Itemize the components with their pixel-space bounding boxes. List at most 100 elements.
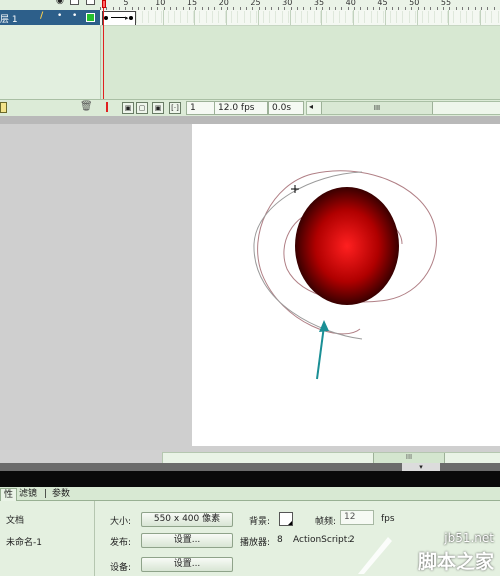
frame-cell[interactable]: [418, 11, 423, 23]
current-frame-field: 1: [186, 101, 216, 115]
scroll-left-icon[interactable]: ◂: [309, 102, 313, 111]
frame-cell[interactable]: [183, 11, 188, 23]
frame-cell[interactable]: [157, 11, 163, 23]
frame-cell[interactable]: [138, 11, 144, 23]
frame-cell[interactable]: [392, 11, 398, 23]
frame-cell[interactable]: [456, 11, 461, 23]
frame-cell[interactable]: [424, 11, 429, 23]
frame-cell[interactable]: [437, 11, 442, 23]
frame-cell[interactable]: [405, 11, 410, 23]
frame-cell[interactable]: [373, 11, 379, 23]
center-frame-icon[interactable]: [106, 102, 108, 112]
frame-cell[interactable]: [310, 11, 315, 23]
stage-drawing: [253, 170, 437, 380]
onion-outline-icon[interactable]: ▢: [136, 102, 148, 114]
layer-row[interactable]: 层 1 / • •: [0, 10, 100, 25]
frame-cell[interactable]: [430, 11, 436, 23]
frame-cell[interactable]: [259, 11, 264, 23]
actionscript-version: 2: [349, 535, 355, 545]
frame-cell[interactable]: [252, 11, 258, 23]
frame-cell[interactable]: [329, 11, 334, 23]
frame-cell[interactable]: [151, 11, 156, 23]
red-ball[interactable]: [295, 187, 399, 305]
onion-skin-icon[interactable]: ▣: [122, 102, 134, 114]
frame-cell[interactable]: [386, 11, 391, 23]
publish-settings-button[interactable]: 设置...: [141, 533, 233, 548]
frame-cell[interactable]: [202, 11, 207, 23]
visibility-dot-icon[interactable]: •: [57, 11, 62, 21]
frame-cell[interactable]: [475, 11, 480, 23]
lock-dot-icon[interactable]: •: [72, 11, 77, 21]
outline-color-icon[interactable]: [86, 13, 95, 22]
frame-cell[interactable]: [398, 11, 404, 23]
frame-cell[interactable]: [144, 11, 150, 23]
delete-layer-icon[interactable]: 🗑: [80, 101, 93, 112]
frame-cell[interactable]: [487, 11, 493, 23]
frame-cell[interactable]: [322, 11, 328, 23]
frame-cell[interactable]: [221, 11, 226, 23]
stage-canvas[interactable]: [192, 124, 500, 446]
frame-cell[interactable]: [164, 11, 169, 23]
frame-cell[interactable]: [297, 11, 302, 23]
frame-rate-field[interactable]: 12.0 fps: [214, 101, 268, 115]
frame-cell[interactable]: [462, 11, 467, 23]
frame-cell[interactable]: [335, 11, 340, 23]
timeline-hscroll[interactable]: ◂ III: [306, 101, 500, 115]
frame-cell[interactable]: [348, 11, 353, 23]
frame-cell[interactable]: [176, 11, 182, 23]
frame-cell[interactable]: [132, 11, 137, 23]
layer-name: 层 1: [0, 15, 18, 25]
stage-scroll-thumb[interactable]: III: [373, 453, 445, 463]
frame-cell[interactable]: [189, 11, 194, 23]
frames-row[interactable]: ▸: [100, 10, 500, 26]
frame-cell[interactable]: [443, 11, 448, 23]
frame-cell[interactable]: [468, 11, 474, 23]
frame-cell[interactable]: [367, 11, 372, 23]
frame-cell[interactable]: [246, 11, 252, 23]
device-settings-button[interactable]: 设置...: [141, 557, 233, 572]
timeline-status-bar: 🗑 ▣ ▢ ▣ [·] 1 12.0 fps 0.0s ◂ III: [0, 99, 500, 117]
watermark-site: jb51.net: [444, 531, 494, 545]
timeline-scroll-thumb[interactable]: III: [321, 102, 433, 114]
tab-properties[interactable]: 性: [0, 488, 18, 501]
frame-cell[interactable]: [379, 11, 385, 23]
ruler-number: 40: [345, 0, 356, 7]
frame-cell[interactable]: [291, 11, 296, 23]
frame-cell[interactable]: [278, 11, 283, 23]
outline-icon[interactable]: [86, 0, 95, 5]
frame-cell[interactable]: [227, 11, 232, 23]
frame-cell[interactable]: [265, 11, 271, 23]
frame-cell[interactable]: [195, 11, 201, 23]
frame-rate-input[interactable]: 12: [340, 510, 374, 525]
pencil-icon[interactable]: /: [40, 11, 43, 21]
frame-cell[interactable]: [411, 11, 417, 23]
frame-cell[interactable]: [214, 11, 220, 23]
panel-divider[interactable]: [0, 116, 500, 124]
frame-cell[interactable]: [449, 11, 455, 23]
frame-cell[interactable]: [341, 11, 347, 23]
frame-cell[interactable]: [208, 11, 213, 23]
new-layer-icon[interactable]: [0, 102, 7, 113]
frame-cell[interactable]: [481, 11, 486, 23]
lock-icon[interactable]: [70, 0, 79, 5]
tab-parameters[interactable]: 参数: [49, 488, 73, 500]
frame-cell[interactable]: [354, 11, 359, 23]
playhead-handle[interactable]: [102, 0, 106, 8]
collapse-arrow-icon[interactable]: ▾: [402, 463, 440, 471]
eye-icon[interactable]: ◉: [56, 0, 64, 6]
frame-cell[interactable]: [170, 11, 175, 23]
frame-cell[interactable]: [233, 11, 239, 23]
background-color-swatch[interactable]: [279, 512, 293, 526]
properties-title-bar[interactable]: [0, 471, 500, 487]
frame-cell[interactable]: [284, 11, 290, 23]
frame-cell[interactable]: [240, 11, 245, 23]
edit-multiple-frames-icon[interactable]: ▣: [152, 102, 164, 114]
frame-cell[interactable]: [303, 11, 309, 23]
frame-cell[interactable]: [271, 11, 277, 23]
frame-cell[interactable]: [494, 11, 499, 23]
modify-markers-icon[interactable]: [·]: [169, 102, 181, 114]
frame-cell[interactable]: [360, 11, 366, 23]
document-size-button[interactable]: 550 x 400 像素: [141, 512, 233, 527]
frame-cell[interactable]: [316, 11, 321, 23]
tab-filters[interactable]: 滤镜: [16, 488, 40, 500]
